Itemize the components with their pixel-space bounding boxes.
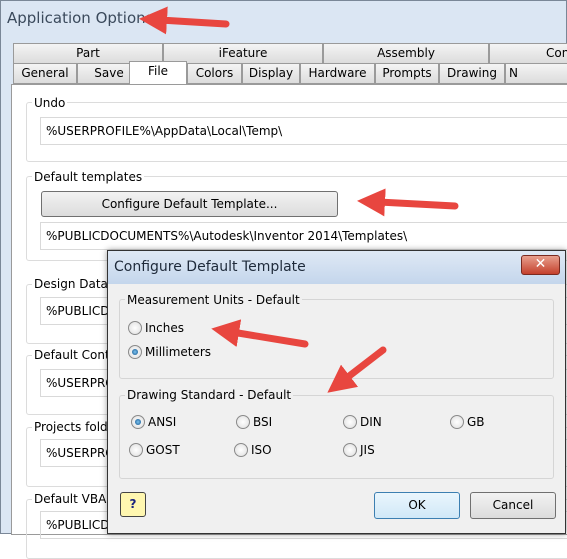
radio-label: Millimeters [145, 345, 212, 359]
radio-millimeters[interactable]: Millimeters [128, 345, 211, 359]
radio-label: GB [467, 415, 485, 429]
radio-bsi[interactable]: BSI [236, 415, 272, 429]
radio-label: Inches [145, 321, 184, 335]
tab-file[interactable]: File [129, 61, 187, 84]
ok-button[interactable]: OK [374, 492, 460, 519]
dialog-title: Configure Default Template [114, 259, 306, 275]
radio-gost[interactable]: GOST [129, 443, 180, 457]
radio-circle[interactable] [128, 345, 142, 359]
tab-hardware[interactable]: Hardware [300, 63, 375, 84]
close-icon[interactable]: ✕ [521, 255, 560, 275]
configure-default-template-button[interactable]: Configure Default Template... [41, 191, 338, 217]
templates-path-field[interactable]: %PUBLICDOCUMENTS%\Autodesk\Inventor 2014… [40, 222, 567, 250]
help-icon[interactable]: ? [120, 492, 146, 517]
radio-label: BSI [253, 415, 273, 429]
tab-content-center[interactable]: Cont [489, 43, 567, 64]
radio-circle[interactable] [129, 443, 143, 457]
design-data-label: Design Data ( [32, 277, 119, 291]
tab-ifeature[interactable]: iFeature [163, 43, 323, 64]
tab-assembly[interactable]: Assembly [323, 43, 489, 64]
standard-group [119, 395, 554, 479]
window-title: Application Options [7, 9, 154, 27]
units-group [119, 299, 554, 379]
radio-iso[interactable]: ISO [234, 443, 272, 457]
tab-general[interactable]: General [13, 63, 77, 84]
radio-label: ANSI [148, 415, 177, 429]
radio-circle[interactable] [234, 443, 248, 457]
radio-jis[interactable]: JIS [343, 443, 375, 457]
standard-legend: Drawing Standard - Default [125, 388, 294, 402]
undo-path-field[interactable]: %USERPROFILE%\AppData\Local\Temp\ [40, 117, 567, 145]
radio-circle[interactable] [131, 415, 145, 429]
radio-label: JIS [360, 443, 375, 457]
radio-circle[interactable] [128, 321, 142, 335]
units-legend: Measurement Units - Default [125, 293, 302, 307]
tab-colors[interactable]: Colors [187, 63, 242, 84]
tab-notebook[interactable]: N [505, 63, 567, 84]
radio-label: ISO [251, 443, 272, 457]
tab-drawing[interactable]: Drawing [439, 63, 505, 84]
radio-circle[interactable] [343, 443, 357, 457]
projects-label: Projects folde [32, 420, 118, 434]
configure-default-template-dialog: Configure Default Template ✕ Measurement… [107, 250, 566, 534]
radio-din[interactable]: DIN [343, 415, 382, 429]
tab-display[interactable]: Display [242, 63, 300, 84]
dialog-titlebar: Configure Default Template ✕ [108, 251, 565, 284]
radio-circle[interactable] [450, 415, 464, 429]
radio-gb[interactable]: GB [450, 415, 485, 429]
undo-label: Undo [32, 96, 68, 110]
radio-circle[interactable] [236, 415, 250, 429]
tab-prompts[interactable]: Prompts [375, 63, 439, 84]
radio-label: GOST [146, 443, 180, 457]
radio-circle[interactable] [343, 415, 357, 429]
radio-label: DIN [360, 415, 382, 429]
radio-ansi[interactable]: ANSI [131, 415, 176, 429]
cancel-button[interactable]: Cancel [470, 492, 556, 519]
radio-inches[interactable]: Inches [128, 321, 184, 335]
templates-label: Default templates [32, 170, 145, 184]
